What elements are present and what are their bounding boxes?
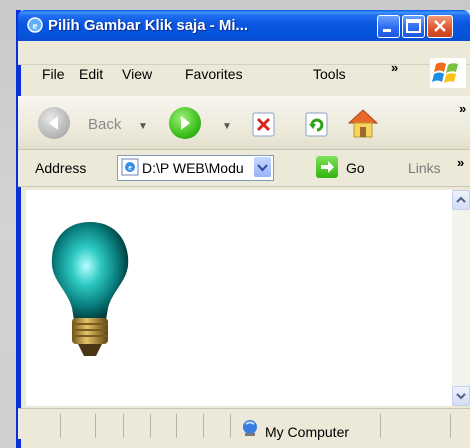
status-divider <box>203 414 204 438</box>
back-dropdown-icon[interactable]: ▼ <box>138 121 148 132</box>
status-divider <box>95 414 96 438</box>
maximize-button[interactable] <box>402 15 425 38</box>
standard-toolbar <box>18 96 470 150</box>
status-divider <box>176 414 177 438</box>
back-button[interactable] <box>38 107 70 139</box>
scroll-up-button[interactable] <box>452 190 470 210</box>
close-icon <box>434 20 446 32</box>
go-label[interactable]: Go <box>346 160 365 176</box>
minimize-button[interactable] <box>377 15 400 38</box>
go-button[interactable] <box>316 156 338 178</box>
status-zone-text: My Computer <box>265 424 350 440</box>
window-title: Pilih Gambar Klik saja - Mi... <box>48 17 249 34</box>
lightbulb-icon[interactable] <box>44 216 136 370</box>
status-divider <box>450 414 451 438</box>
links-overflow-chevron-icon[interactable]: » <box>457 155 464 170</box>
status-divider <box>230 414 231 438</box>
chevron-down-icon <box>257 164 268 172</box>
menu-view[interactable]: View <box>122 66 152 82</box>
menu-overflow-chevron-icon[interactable]: » <box>391 60 398 75</box>
menu-favorites[interactable]: Favorites <box>185 66 243 82</box>
close-button[interactable] <box>427 15 453 38</box>
links-label[interactable]: Links <box>408 160 441 176</box>
minimize-icon <box>383 29 391 32</box>
forward-button[interactable] <box>169 107 201 139</box>
menu-edit[interactable]: Edit <box>79 66 103 82</box>
forward-arrow-icon <box>181 116 190 130</box>
forward-dropdown-icon[interactable]: ▼ <box>222 121 232 132</box>
home-icon[interactable] <box>345 105 381 141</box>
scroll-down-icon <box>456 393 466 400</box>
my-computer-icon <box>243 420 257 436</box>
ie-icon: e <box>27 17 43 33</box>
status-divider <box>60 414 61 438</box>
windows-logo-icon <box>430 58 466 88</box>
status-divider <box>150 414 151 438</box>
svg-text:e: e <box>33 20 38 32</box>
toolbar-overflow-chevron-icon[interactable]: » <box>459 101 466 116</box>
status-divider <box>380 414 381 438</box>
scroll-up-icon <box>456 196 466 203</box>
go-arrow-icon <box>321 161 334 173</box>
vertical-scrollbar[interactable] <box>452 190 470 406</box>
menu-file[interactable]: File <box>42 66 65 82</box>
menu-bar <box>18 41 470 65</box>
refresh-icon[interactable] <box>303 111 330 138</box>
stop-icon[interactable] <box>250 111 277 138</box>
page-icon: e <box>121 158 139 176</box>
svg-text:e: e <box>128 163 132 172</box>
maximize-icon <box>406 19 421 33</box>
back-label[interactable]: Back <box>88 116 121 133</box>
address-value[interactable]: D:\P WEB\Modu <box>142 160 257 176</box>
status-divider <box>123 414 124 438</box>
back-arrow-icon <box>49 116 58 130</box>
address-label: Address <box>35 160 87 176</box>
menu-tools[interactable]: Tools <box>313 66 346 82</box>
scroll-down-button[interactable] <box>452 386 470 406</box>
address-dropdown-button[interactable] <box>254 157 271 177</box>
